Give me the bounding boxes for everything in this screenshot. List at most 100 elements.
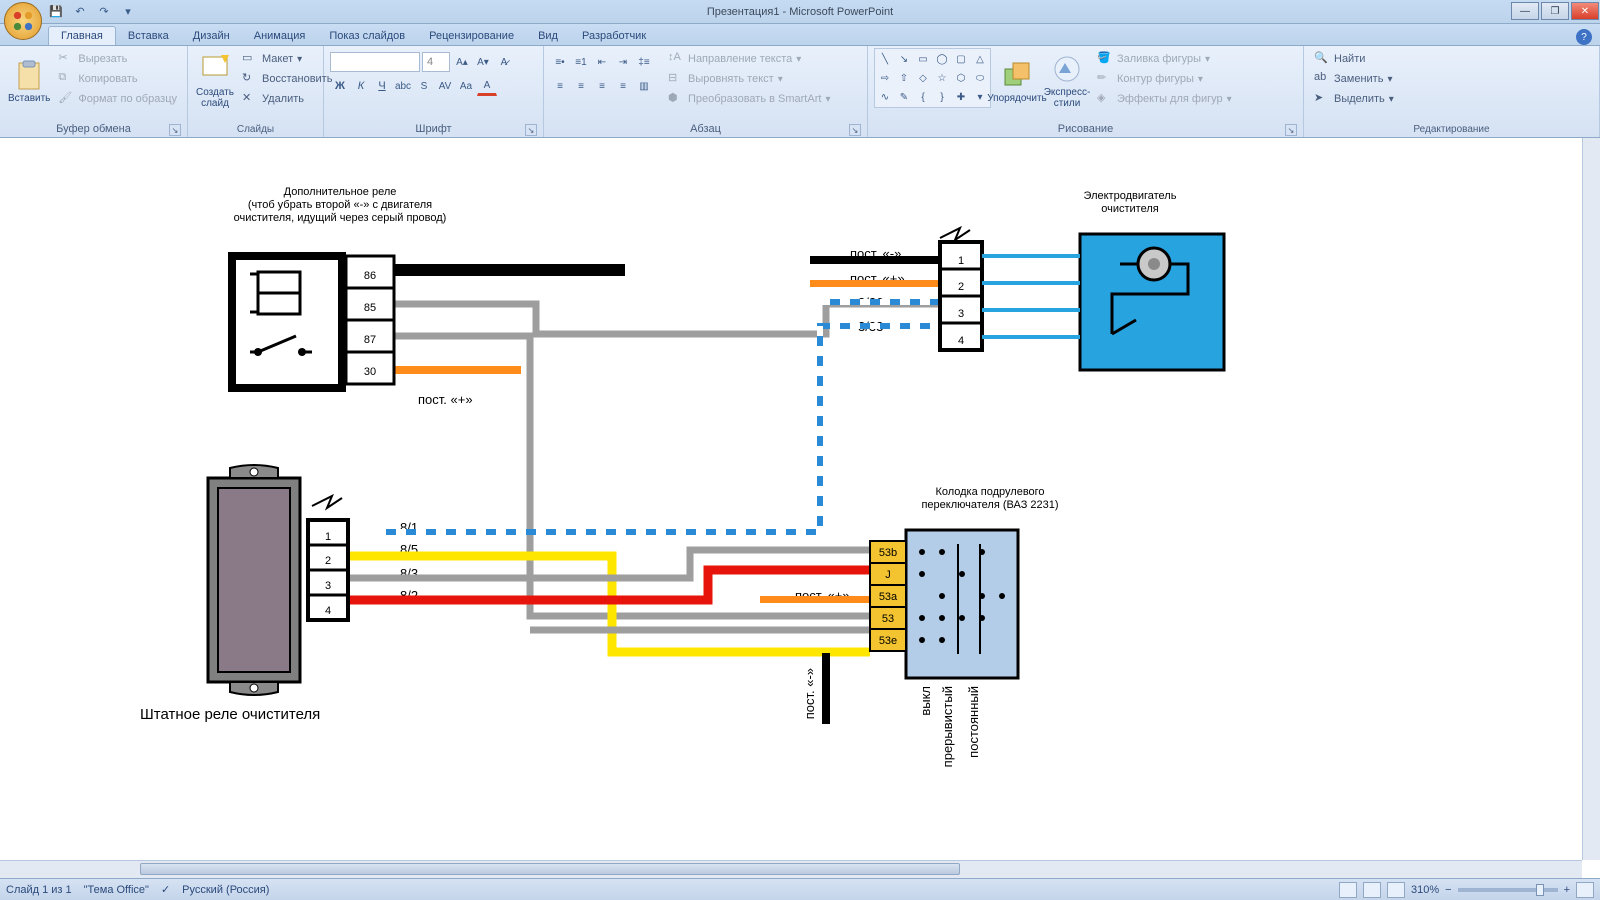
shape-effects-button[interactable]: ◈Эффекты для фигур ▾ [1093,90,1236,108]
linespacing-button[interactable]: ‡≡ [634,52,654,72]
tab-insert[interactable]: Вставка [116,27,181,45]
zoom-slider[interactable] [1458,888,1558,892]
status-language[interactable]: Русский (Россия) [182,884,269,896]
zoom-percent[interactable]: 310% [1411,884,1439,896]
numbering-button[interactable]: ≡1 [571,52,591,72]
valign-icon: ⊟ [668,71,684,87]
align-text-button[interactable]: ⊟Выровнять текст ▾ [664,70,834,88]
horizontal-scrollbar[interactable] [0,860,1582,878]
qat-save-icon[interactable]: 💾 [48,4,64,20]
zoom-handle[interactable] [1536,884,1544,896]
select-button[interactable]: ➤Выделить ▾ [1310,90,1398,108]
new-slide-button[interactable]: Создать слайд [194,48,236,114]
qat-undo-icon[interactable]: ↶ [72,4,88,20]
qat-customize-icon[interactable]: ▾ [120,4,136,20]
office-button[interactable] [4,2,42,40]
bullets-button[interactable]: ≡• [550,52,570,72]
columns-button[interactable]: ▥ [634,76,654,96]
font-launcher[interactable]: ↘ [525,124,537,136]
minimize-button[interactable]: — [1511,2,1539,20]
tab-home[interactable]: Главная [48,26,116,45]
view-slideshow-button[interactable] [1387,882,1405,898]
copy-button[interactable]: ⧉Копировать [54,70,181,88]
underline-button[interactable]: Ч [372,76,392,96]
group-slides: Создать слайд ▭Макет ▾ ↻Восстановить ✕Уд… [188,46,324,137]
grow-font-button[interactable]: A▴ [452,52,472,72]
close-button[interactable]: ✕ [1571,2,1599,20]
help-icon[interactable]: ? [1576,29,1592,45]
group-drawing: ╲↘▭◯▢△ ⇨⇧◇☆⬡⬭ ∿✎{}✚▾ Упорядочить Экспрес… [868,46,1304,137]
shape-rect-icon: ▭ [914,50,932,68]
statusbar: Слайд 1 из 1 "Тема Office" ✓ Русский (Ро… [0,878,1600,900]
shapes-gallery[interactable]: ╲↘▭◯▢△ ⇨⇧◇☆⬡⬭ ∿✎{}✚▾ [874,48,991,108]
group-editing-label: Редактирование [1310,122,1593,137]
vertical-scrollbar[interactable] [1582,138,1600,860]
format-painter-button[interactable]: 🖌Формат по образцу [54,90,181,108]
clipboard-launcher[interactable]: ↘ [169,124,181,136]
font-color-button[interactable]: A [477,76,497,96]
ribbon: Вставить ✂Вырезать ⧉Копировать 🖌Формат п… [0,46,1600,138]
tab-animation[interactable]: Анимация [242,27,318,45]
qat-redo-icon[interactable]: ↷ [96,4,112,20]
svg-text:30: 30 [364,366,376,378]
cut-button[interactable]: ✂Вырезать [54,50,181,68]
clear-format-button[interactable]: A̷ [494,52,514,72]
spacing-button[interactable]: AV [435,76,455,96]
replace-button[interactable]: abЗаменить ▾ [1310,70,1398,88]
quick-styles-button[interactable]: Экспресс-стили [1043,48,1091,114]
svg-text:3: 3 [958,308,964,320]
zoom-out-button[interactable]: − [1445,884,1451,896]
svg-text:85: 85 [364,302,376,314]
shape-fill-button[interactable]: 🪣Заливка фигуры ▾ [1093,50,1236,68]
arrange-button[interactable]: Упорядочить [993,48,1041,114]
scrollbar-thumb[interactable] [140,863,960,875]
layout-button[interactable]: ▭Макет ▾ [238,50,336,68]
maximize-button[interactable]: ❐ [1541,2,1569,20]
zoom-in-button[interactable]: + [1564,884,1570,896]
font-name-combo[interactable] [330,52,420,72]
fit-to-window-button[interactable] [1576,882,1594,898]
shape-arrow2-icon: ⇨ [876,69,894,87]
shape-plus-icon: ✚ [952,88,970,106]
smartart-icon: ⬢ [668,91,684,107]
tab-view[interactable]: Вид [526,27,570,45]
justify-button[interactable]: ≡ [613,76,633,96]
strike-button[interactable]: abc [393,76,413,96]
case-button[interactable]: Aa [456,76,476,96]
tab-review[interactable]: Рецензирование [417,27,526,45]
group-clipboard: Вставить ✂Вырезать ⧉Копировать 🖌Формат п… [0,46,188,137]
delete-button[interactable]: ✕Удалить [238,90,336,108]
indent-inc-button[interactable]: ⇥ [613,52,633,72]
shrink-font-button[interactable]: A▾ [473,52,493,72]
paragraph-launcher[interactable]: ↘ [849,124,861,136]
shape-ellipse-icon: ◯ [933,50,951,68]
shape-outline-button[interactable]: ✏Контур фигуры ▾ [1093,70,1236,88]
shadow-button[interactable]: S [414,76,434,96]
replace-icon: ab [1314,71,1330,87]
smartart-button[interactable]: ⬢Преобразовать в SmartArt ▾ [664,90,834,108]
italic-button[interactable]: К [351,76,371,96]
align-center-button[interactable]: ≡ [571,76,591,96]
text-direction-button[interactable]: ↕AНаправление текста ▾ [664,50,834,68]
reset-button[interactable]: ↻Восстановить [238,70,336,88]
view-normal-button[interactable] [1339,882,1357,898]
view-sorter-button[interactable] [1363,882,1381,898]
textdir-icon: ↕A [668,51,684,67]
binoculars-icon: 🔍 [1314,51,1330,67]
drawing-launcher[interactable]: ↘ [1285,124,1297,136]
bold-button[interactable]: Ж [330,76,350,96]
slide-canvas[interactable]: Дополнительное реле (чтоб убрать второй … [0,138,1600,858]
tab-developer[interactable]: Разработчик [570,27,658,45]
paste-button[interactable]: Вставить [6,48,52,114]
tab-slideshow[interactable]: Показ слайдов [317,27,417,45]
brush-icon: 🖌 [58,91,74,107]
status-spellcheck-icon[interactable]: ✓ [161,883,170,896]
group-drawing-label: Рисование [1058,123,1113,135]
align-left-button[interactable]: ≡ [550,76,570,96]
svg-text:1: 1 [958,255,964,267]
tab-design[interactable]: Дизайн [181,27,242,45]
find-button[interactable]: 🔍Найти [1310,50,1398,68]
align-right-button[interactable]: ≡ [592,76,612,96]
font-size-combo[interactable]: 4 [422,52,450,72]
indent-dec-button[interactable]: ⇤ [592,52,612,72]
